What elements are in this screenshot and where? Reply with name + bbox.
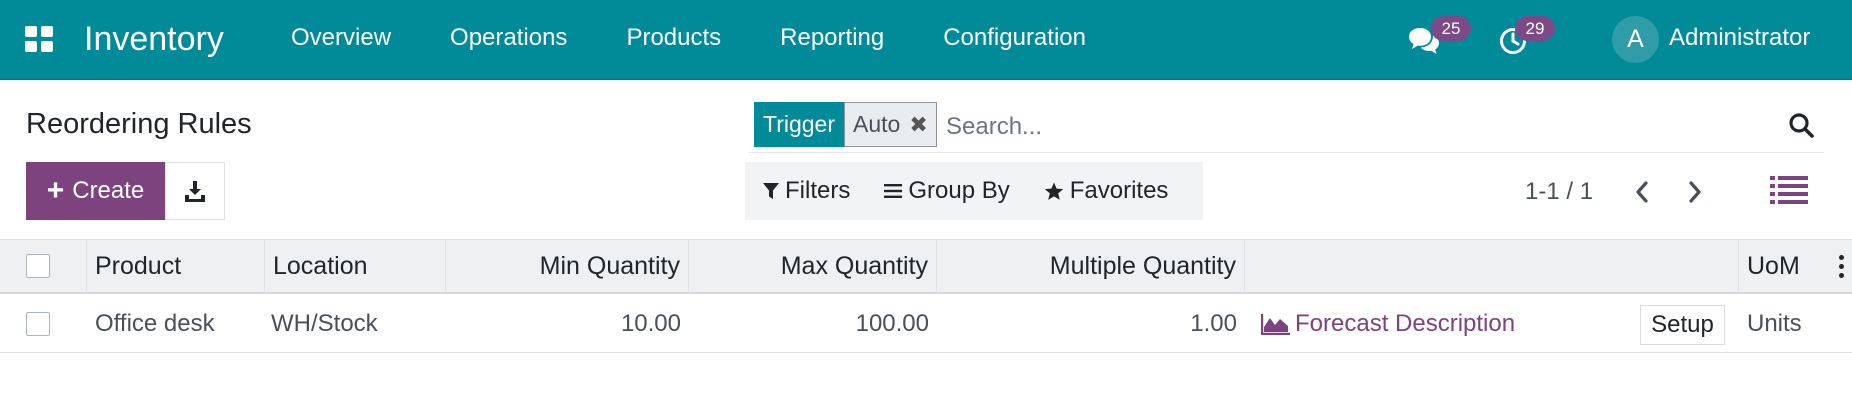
cell-max-quantity: 100.00 xyxy=(855,310,929,337)
forecast-description-label: Forecast Description xyxy=(1295,310,1516,337)
search-bar: Trigger Auto ✖ xyxy=(748,100,1824,153)
filters-dropdown[interactable]: Filters xyxy=(763,177,850,205)
facet-value: Auto ✖ xyxy=(844,102,937,147)
favorites-dropdown[interactable]: Favorites xyxy=(1044,177,1169,205)
bars-icon xyxy=(884,184,903,198)
create-button-label: Create xyxy=(72,177,145,204)
chevron-left-icon[interactable] xyxy=(1627,176,1657,208)
column-product[interactable]: Product xyxy=(87,240,265,293)
app-name[interactable]: Inventory xyxy=(84,18,224,60)
setup-button[interactable]: Setup xyxy=(1640,305,1725,345)
search-icon[interactable] xyxy=(1788,112,1818,142)
select-all-cell xyxy=(0,240,87,293)
forecast-cell: Forecast Description xyxy=(1253,295,1633,353)
search-input[interactable] xyxy=(946,108,1726,146)
plus-icon: + xyxy=(46,174,65,207)
optional-columns-icon[interactable] xyxy=(1838,255,1846,279)
menu-reporting[interactable]: Reporting xyxy=(780,22,884,54)
column-multiple-quantity[interactable]: Multiple Quantity xyxy=(937,240,1245,293)
menu-configuration[interactable]: Configuration xyxy=(943,22,1086,54)
select-all-checkbox[interactable] xyxy=(26,254,50,278)
column-location[interactable]: Location xyxy=(265,240,446,293)
cell-multiple-quantity: 1.00 xyxy=(1190,310,1237,337)
create-button[interactable]: + Create xyxy=(26,162,165,220)
menu-products[interactable]: Products xyxy=(626,22,721,54)
activity-count-badge: 29 xyxy=(1515,16,1555,41)
table-row[interactable]: Office desk WH/Stock 10.00 100.00 1.00 F… xyxy=(0,295,1852,353)
cell-min-quantity: 10.00 xyxy=(620,310,681,337)
table-header: Product Location Min Quantity Max Quanti… xyxy=(0,239,1852,294)
export-download-button[interactable] xyxy=(165,162,225,220)
star-icon xyxy=(1044,182,1063,200)
menu-overview[interactable]: Overview xyxy=(291,22,391,54)
row-checkbox[interactable] xyxy=(26,312,50,336)
group-by-dropdown[interactable]: Group By xyxy=(884,177,1010,205)
filters-label: Filters xyxy=(785,177,851,204)
facet-label: Trigger xyxy=(754,102,844,147)
funnel-icon xyxy=(763,183,779,199)
cell-product: Office desk xyxy=(95,310,215,337)
main-menu: Overview Operations Products Reporting C… xyxy=(291,22,1145,54)
chat-count-badge: 25 xyxy=(1431,16,1471,41)
apps-grid-icon[interactable] xyxy=(25,26,55,52)
forecast-description-link[interactable]: Forecast Description xyxy=(1261,295,1625,353)
pager-value[interactable]: 1-1 / 1 xyxy=(1525,176,1593,208)
close-icon[interactable]: ✖ xyxy=(909,103,927,146)
user-menu-name[interactable]: Administrator xyxy=(1669,22,1810,54)
facet-value-text: Auto xyxy=(853,111,901,137)
cell-location: WH/Stock xyxy=(271,310,378,337)
column-actions xyxy=(1245,240,1739,293)
group-by-label: Group By xyxy=(908,177,1010,204)
download-icon xyxy=(185,181,205,202)
column-min-quantity[interactable]: Min Quantity xyxy=(446,240,689,293)
chevron-right-icon[interactable] xyxy=(1680,176,1710,208)
column-max-quantity[interactable]: Max Quantity xyxy=(689,240,937,293)
search-options-bar: Filters Group By Favorites xyxy=(745,162,1203,220)
area-chart-icon xyxy=(1261,314,1290,335)
list-view-icon[interactable] xyxy=(1770,175,1808,209)
favorites-label: Favorites xyxy=(1069,177,1169,204)
top-navbar: Inventory Overview Operations Products R… xyxy=(0,0,1852,80)
search-facet: Trigger Auto ✖ xyxy=(754,102,937,147)
avatar[interactable]: A xyxy=(1612,16,1659,63)
column-uom[interactable]: UoM xyxy=(1739,240,1838,293)
page-title: Reordering Rules xyxy=(26,108,252,140)
menu-operations[interactable]: Operations xyxy=(450,22,567,54)
cell-uom: Units xyxy=(1747,310,1802,337)
